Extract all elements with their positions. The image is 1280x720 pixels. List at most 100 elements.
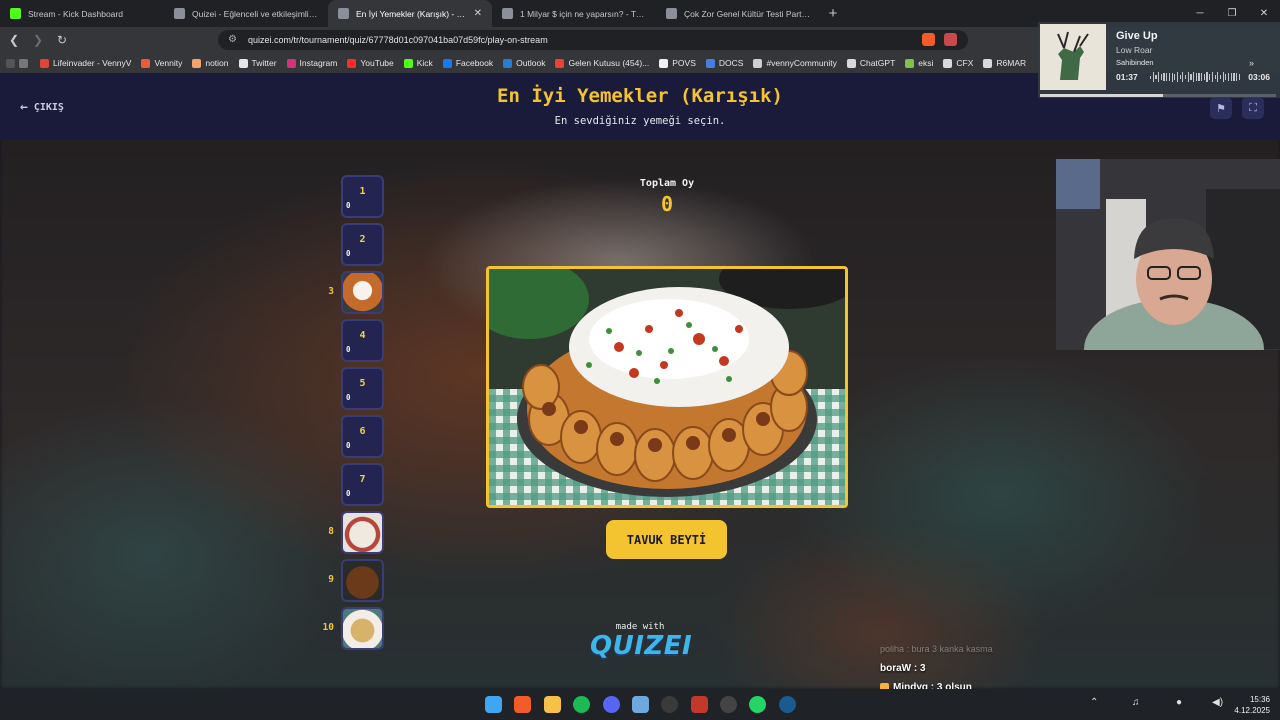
album-art [1040,24,1106,90]
bookmark-item[interactable]: notion [192,58,229,68]
brave-rewards-icon[interactable] [944,33,957,46]
slot-rank: 8 [328,526,334,537]
bookmark-item[interactable]: CFX [943,58,973,68]
bracket-slot[interactable]: 60 [341,415,384,458]
browser-tab[interactable]: En İyi Yemekler (Karışık) - Tier List ✕ [328,0,492,27]
bookmark-label: Instagram [299,58,338,68]
waveform-bar [1163,72,1165,82]
bracket-slot[interactable]: 70 [341,463,384,506]
quizei-logo[interactable]: QUIZEI [590,631,692,661]
stream-app-icon[interactable] [691,696,708,713]
next-track-icon[interactable]: » [1249,58,1254,68]
bracket-slot[interactable]: 40 [341,319,384,362]
waveform-bar [1201,72,1203,82]
bookmark-item[interactable]: ChatGPT [846,58,895,68]
track-progress [1040,94,1276,97]
brave-shield-icon[interactable] [922,33,935,46]
brave-browser-icon[interactable] [514,696,531,713]
game-launcher-icon[interactable] [720,696,737,713]
app-icon[interactable] [632,696,649,713]
bookmark-icon [555,58,565,68]
bracket-slot[interactable]: 20 [341,223,384,266]
tab-favicon-icon [338,8,349,19]
slot-votes: 0 [346,345,351,354]
bookmark-item[interactable]: POVS [659,58,696,68]
bracket-slot[interactable] [341,271,384,314]
bookmark-item[interactable]: Instagram [286,58,338,68]
slot-votes: 0 [346,489,351,498]
bookmark-label: R6MAR [996,58,1027,68]
browser-tab[interactable]: 1 Milyar $ için ne yaparsın? - Tier List [492,0,656,27]
spotify-icon[interactable] [573,696,590,713]
bracket-slot[interactable]: 50 [341,367,384,410]
tab-title: Stream - Kick Dashboard [28,8,123,19]
slot-votes: 0 [346,441,351,450]
url-text: quizei.com/tr/tournament/quiz/67778d01c0… [248,35,548,45]
back-icon[interactable]: ❮ [4,30,24,50]
whatsapp-icon[interactable] [749,696,766,713]
system-clock[interactable]: 15:36 4.12.2025 [1234,694,1270,716]
bookmark-item[interactable]: #vennyCommunity [753,58,837,68]
report-flag-icon[interactable]: ⚑ [1210,97,1232,119]
slot-food-thumbnail [343,609,382,648]
close-tab-icon[interactable]: ✕ [474,8,482,19]
bookmark-item[interactable]: DOCS [705,58,744,68]
bracket-slot[interactable] [341,559,384,602]
apps-icon[interactable] [6,58,32,68]
chat-message: boraW : 3 [880,663,926,674]
volume-icon[interactable]: ◀) [1212,697,1223,708]
answer-button[interactable]: TAVUK BEYTİ [606,520,727,559]
forward-icon[interactable]: ❯ [28,30,48,50]
bookmark-icon [192,58,202,68]
bookmark-label: DOCS [718,58,744,68]
address-bar[interactable]: ⚙ quizei.com/tr/tournament/quiz/67778d01… [218,30,968,50]
bookmark-item[interactable]: Lifeinvader - VennyV [40,58,131,68]
bookmark-item[interactable]: Vennity [141,58,182,68]
bookmark-icon [40,58,49,68]
food-image[interactable] [486,266,848,508]
bookmark-item[interactable]: YouTube [347,58,394,68]
new-tab-button[interactable]: + [820,0,846,27]
bracket-slot[interactable] [341,511,384,554]
bookmark-icon [846,58,856,68]
mic-icon[interactable]: ● [1176,697,1182,708]
track-artist: Low Roar [1116,45,1153,55]
track-title: Give Up [1116,30,1158,42]
slot-number: 4 [359,330,366,341]
bookmark-item[interactable]: Facebook [442,58,493,68]
chat-text: bura 3 kanka kasma [911,644,993,654]
steam-icon[interactable] [779,696,796,713]
waveform-bar [1174,74,1176,80]
bookmark-label: notion [205,58,229,68]
site-info-icon[interactable]: ⚙ [228,34,237,45]
bookmark-item[interactable]: Twitter [238,58,277,68]
obs-icon[interactable] [661,696,678,713]
bracket-slot[interactable]: 10 [341,175,384,218]
bookmark-item[interactable]: R6MAR [983,58,1026,68]
clock-date: 4.12.2025 [1234,706,1270,715]
windows-start-icon[interactable] [485,696,502,713]
file-explorer-icon[interactable] [544,696,561,713]
slot-votes: 0 [346,249,351,258]
bookmark-item[interactable]: eksi [905,58,933,68]
browser-tab[interactable]: Çok Zor Genel Kültür Testi Part10 - T [656,0,820,27]
bookmark-item[interactable]: Outlook [503,58,545,68]
bookmark-label: Outlook [516,58,546,68]
fullscreen-icon[interactable]: ⛶ [1242,97,1264,119]
slot-food-thumbnail [343,561,382,600]
tray-chevron-icon[interactable]: ⌃ [1090,697,1098,708]
bookmark-icon [141,58,151,68]
bookmark-item[interactable]: Gelen Kutusu (454)... [555,58,649,68]
headset-icon[interactable]: ♫ [1132,697,1140,708]
waveform-bar [1209,74,1211,80]
waveform-bar [1168,73,1170,81]
reload-icon[interactable]: ↻ [52,30,72,50]
clock-time: 15:36 [1249,695,1270,704]
discord-icon[interactable] [603,696,620,713]
slot-number: 6 [359,426,366,437]
browser-tab[interactable]: Stream - Kick Dashboard [0,0,164,27]
browser-tab[interactable]: Quizei - Eğlenceli ve etkileşimli quiz [164,0,328,27]
bracket-slot[interactable] [341,607,384,650]
bookmark-item[interactable]: Kick [403,58,433,68]
waveform-bar [1219,74,1222,80]
